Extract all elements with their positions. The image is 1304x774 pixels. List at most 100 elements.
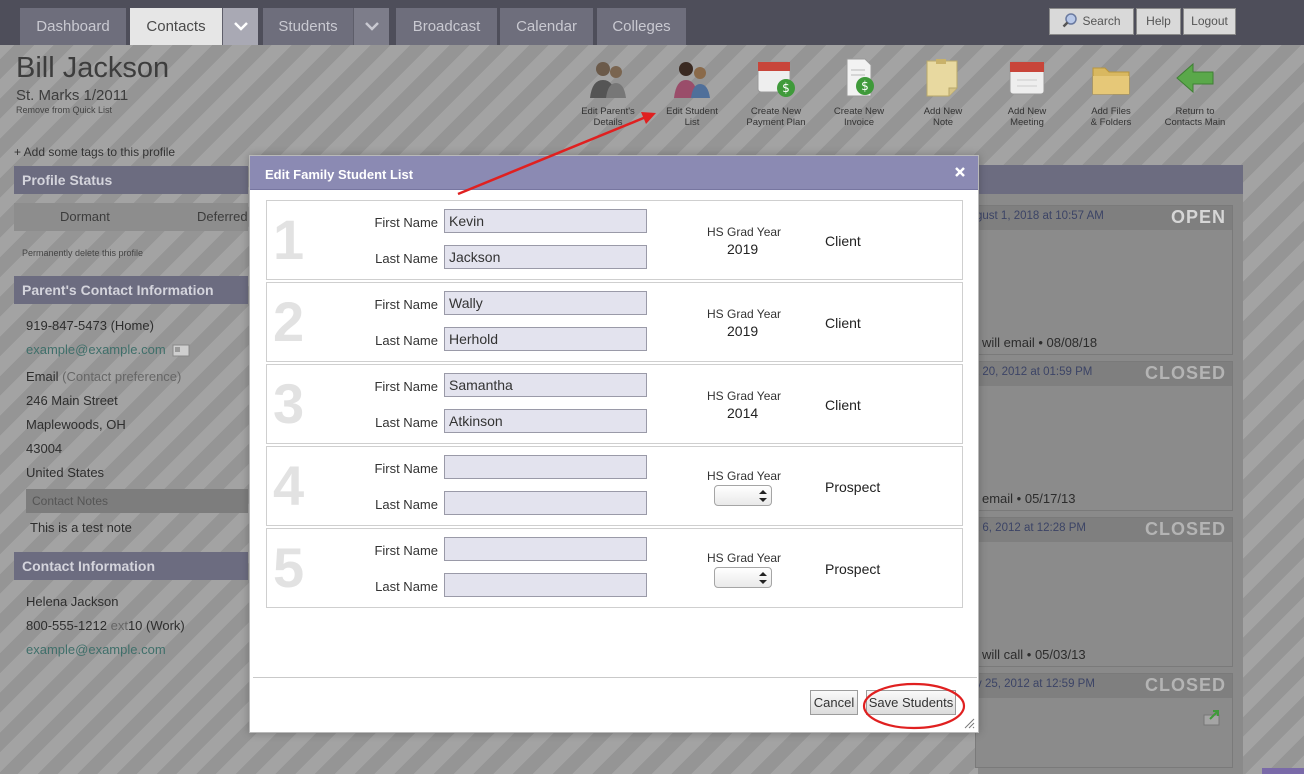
student-number: 2 [273, 290, 305, 353]
parent-email-link[interactable]: example@example.com [26, 342, 166, 357]
first-name-input[interactable] [444, 291, 647, 315]
tab-contacts[interactable]: Contacts [130, 8, 222, 45]
profile-subtitle: St. Marks 1/2011 [16, 87, 129, 104]
student-number: 3 [273, 372, 305, 435]
logout-button[interactable]: Logout [1183, 8, 1236, 35]
activity-date: gust 1, 2018 at 10:57 AM [976, 210, 1104, 222]
help-button[interactable]: Help [1136, 8, 1181, 35]
grad-year-select[interactable] [714, 485, 772, 506]
tool-label-line2: Details [593, 117, 623, 128]
tool-label-line2: Meeting [1010, 117, 1044, 128]
tool-label-line2: Payment Plan [746, 117, 806, 128]
close-icon[interactable] [952, 164, 968, 180]
tool-label-line2: Note [932, 117, 954, 128]
parents-icon [590, 62, 626, 98]
tab-dashboard[interactable]: Dashboard [20, 8, 126, 45]
search-button[interactable]: Search [1049, 8, 1134, 35]
activity-card[interactable]: t 20, 2012 at 01:59 PM CLOSED email • 05… [975, 361, 1233, 511]
last-name-label: Last Name [375, 251, 438, 266]
first-name-label: First Name [374, 543, 438, 558]
grad-year-label: HS Grad Year [707, 307, 782, 321]
first-name-label: First Name [374, 461, 438, 476]
student-status: Prospect [825, 479, 881, 495]
resize-handle-icon[interactable] [963, 717, 975, 729]
last-name-input[interactable] [444, 327, 647, 351]
add-note-button[interactable]: Add New Note [903, 56, 983, 128]
save-students-button[interactable]: Save Students [866, 690, 956, 715]
first-name-input[interactable] [444, 537, 647, 561]
last-name-input[interactable] [444, 409, 647, 433]
last-name-input[interactable] [444, 245, 647, 269]
last-name-input[interactable] [444, 491, 647, 515]
back-arrow-icon [1176, 62, 1214, 94]
first-name-input[interactable] [444, 373, 647, 397]
svg-text:$: $ [782, 81, 790, 95]
create-payment-plan-button[interactable]: $ Create New Payment Plan [736, 56, 816, 128]
parent-contact-header: Parent's Contact Information [14, 276, 248, 304]
grad-year-value: 2014 [727, 405, 759, 421]
contacts-dropdown-button[interactable] [222, 8, 258, 45]
first-name-label: First Name [374, 297, 438, 312]
svg-text:$: $ [861, 79, 869, 93]
first-name-input[interactable] [444, 455, 647, 479]
deferred-option[interactable]: Deferred [197, 209, 248, 224]
last-name-input[interactable] [444, 573, 647, 597]
last-name-label: Last Name [375, 415, 438, 430]
country: United States [26, 465, 105, 480]
delete-profile-link[interactable]: Permanently delete this profile [22, 248, 143, 258]
first-name-input[interactable] [444, 209, 647, 233]
activity-date: y 25, 2012 at 12:59 PM [976, 678, 1095, 690]
students-dropdown-button[interactable] [353, 8, 389, 45]
grad-year-label: HS Grad Year [707, 389, 782, 403]
first-name-label: First Name [374, 379, 438, 394]
tab-broadcast[interactable]: Broadcast [396, 8, 497, 45]
tool-label-line1: Add Files [1091, 106, 1131, 117]
calendar-icon [1009, 61, 1045, 95]
remove-quick-list-link[interactable]: Remove from Quick List [16, 105, 112, 115]
tab-calendar[interactable]: Calendar [500, 8, 593, 45]
activity-card[interactable]: t 6, 2012 at 12:28 PM CLOSED will call •… [975, 517, 1233, 667]
edit-parent-details-button[interactable]: Edit Parent's Details [568, 56, 648, 128]
student-row: 1 First Name Last Name HS Grad Year 2019… [266, 200, 963, 280]
email-preference: Email (Contact preference) [26, 369, 181, 384]
chevron-down-icon [365, 22, 379, 31]
contact-phone-ext: ext [110, 618, 128, 633]
contact-email-link[interactable]: example@example.com [26, 642, 166, 657]
email-preference-note: (Contact preference) [62, 369, 182, 384]
dormant-option[interactable]: Dormant [60, 209, 110, 224]
edit-student-list-button[interactable]: Edit Student List [652, 56, 732, 128]
activity-header [975, 165, 1243, 194]
search-label: Search [1082, 14, 1121, 28]
add-files-folders-button[interactable]: Add Files & Folders [1071, 56, 1151, 128]
tab-colleges[interactable]: Colleges [597, 8, 686, 45]
grad-year-label: HS Grad Year [707, 551, 782, 565]
students-icon [674, 62, 710, 98]
activity-status: CLOSED [1144, 675, 1226, 695]
activity-card[interactable]: gust 1, 2018 at 10:57 AM OPEN will email… [975, 205, 1233, 355]
tool-label-line1: Add New [923, 106, 963, 117]
return-contacts-main-button[interactable]: Return to Contacts Main [1155, 56, 1235, 128]
invoice-dollar-icon: $ [846, 58, 874, 97]
last-name-label: Last Name [375, 333, 438, 348]
folder-icon [1092, 67, 1130, 95]
contact-note-text: This is a test note [30, 520, 132, 535]
create-invoice-button[interactable]: $ Create New Invoice [819, 56, 899, 128]
last-name-label: Last Name [375, 497, 438, 512]
cancel-button[interactable]: Cancel [810, 690, 858, 715]
contact-card-icon[interactable] [172, 343, 190, 357]
add-tags-link[interactable]: + Add some tags to this profile [14, 145, 175, 159]
activity-footer: will call • 05/03/13 [982, 647, 1086, 662]
activity-footer: will email • 08/08/18 [982, 335, 1098, 350]
contact-phone-number: 800-555-1212 [26, 618, 107, 633]
parent-phone: 919-847-5473 (Home) [26, 318, 154, 333]
email-preference-value: Email [26, 369, 59, 384]
activity-status: OPEN [1170, 207, 1226, 227]
add-meeting-button[interactable]: Add New Meeting [987, 56, 1067, 128]
contact-notes-header: Contact Notes [26, 489, 248, 513]
sticky-note-icon [926, 59, 958, 97]
tool-label-line1: Edit Parent's [581, 106, 635, 117]
tab-students[interactable]: Students [263, 8, 353, 45]
share-icon[interactable] [1202, 708, 1222, 726]
grad-year-select[interactable] [714, 567, 772, 588]
activity-card[interactable]: y 25, 2012 at 12:59 PM CLOSED [975, 673, 1233, 768]
